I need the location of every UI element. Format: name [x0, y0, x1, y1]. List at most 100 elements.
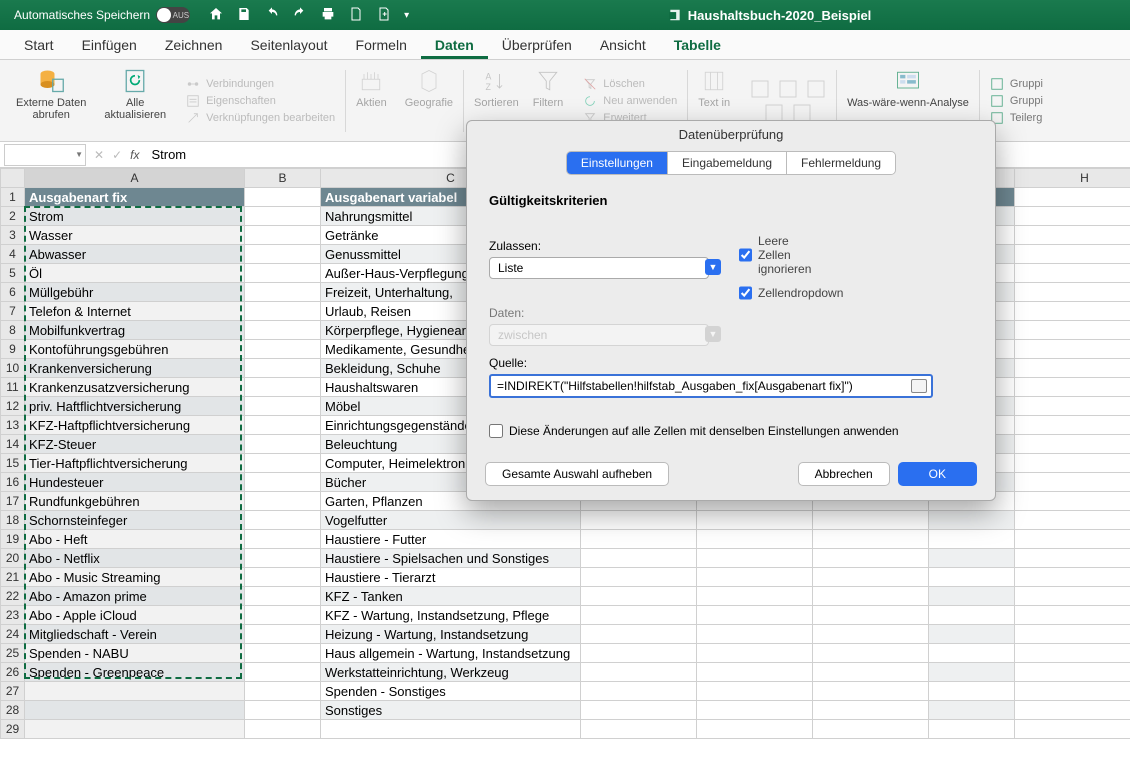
cell[interactable] [1015, 549, 1130, 568]
cell[interactable]: priv. Haftflichtversicherung [25, 397, 245, 416]
cell[interactable]: Abwasser [25, 245, 245, 264]
row-header[interactable]: 28 [1, 701, 25, 720]
cell[interactable] [581, 530, 697, 549]
row-header[interactable]: 14 [1, 435, 25, 454]
cell[interactable] [697, 606, 813, 625]
cancel-button[interactable]: Abbrechen [798, 462, 890, 486]
cell[interactable]: Tier-Haftpflichtversicherung [25, 454, 245, 473]
cell[interactable] [697, 549, 813, 568]
cell[interactable] [1015, 492, 1130, 511]
cell[interactable] [813, 606, 929, 625]
cell[interactable]: KFZ - Wartung, Instandsetzung, Pflege [321, 606, 581, 625]
cell[interactable]: Rundfunkgebühren [25, 492, 245, 511]
row-header[interactable]: 17 [1, 492, 25, 511]
row-header[interactable]: 24 [1, 625, 25, 644]
cell[interactable] [245, 682, 321, 701]
row-header[interactable]: 4 [1, 245, 25, 264]
col-header-H[interactable]: H [1015, 169, 1130, 188]
redo-icon[interactable] [292, 6, 308, 25]
cell[interactable] [813, 644, 929, 663]
cell[interactable] [581, 663, 697, 682]
tab-draw[interactable]: Zeichnen [151, 31, 237, 59]
tab-formulas[interactable]: Formeln [342, 31, 421, 59]
tab-pagelayout[interactable]: Seitenlayout [236, 31, 341, 59]
tab-review[interactable]: Überprüfen [488, 31, 586, 59]
cell[interactable]: Telefon & Internet [25, 302, 245, 321]
cell[interactable] [581, 682, 697, 701]
cell[interactable]: Sonstiges [321, 701, 581, 720]
tab-table[interactable]: Tabelle [660, 31, 735, 59]
row-header[interactable]: 29 [1, 720, 25, 739]
cell[interactable]: Mobilfunkvertrag [25, 321, 245, 340]
cell[interactable] [1015, 264, 1130, 283]
cell[interactable] [697, 720, 813, 739]
row-header[interactable]: 18 [1, 511, 25, 530]
cell[interactable]: Heizung - Wartung, Instandsetzung [321, 625, 581, 644]
cell[interactable] [1015, 435, 1130, 454]
cell[interactable] [813, 530, 929, 549]
cell[interactable] [245, 226, 321, 245]
cell[interactable] [697, 587, 813, 606]
col-header-A[interactable]: A [25, 169, 245, 188]
cell[interactable]: Krankenversicherung [25, 359, 245, 378]
cell[interactable] [581, 511, 697, 530]
row-header[interactable]: 22 [1, 587, 25, 606]
apply-all-checkbox[interactable]: Diese Änderungen auf alle Zellen mit den… [489, 424, 973, 438]
cell[interactable]: Haustiere - Futter [321, 530, 581, 549]
cell[interactable] [25, 720, 245, 739]
row-header[interactable]: 21 [1, 568, 25, 587]
cell[interactable]: Öl [25, 264, 245, 283]
cell[interactable] [1015, 720, 1130, 739]
cell[interactable] [1015, 530, 1130, 549]
row-header[interactable]: 15 [1, 454, 25, 473]
ok-button[interactable]: OK [898, 462, 977, 486]
cell[interactable]: Haustiere - Tierarzt [321, 568, 581, 587]
row-header[interactable]: 11 [1, 378, 25, 397]
cell[interactable]: Haus allgemein - Wartung, Instandsetzung [321, 644, 581, 663]
cell[interactable]: Ausgabenart fix [25, 188, 245, 207]
cell[interactable] [1015, 416, 1130, 435]
cell[interactable] [1015, 454, 1130, 473]
print-icon[interactable] [320, 6, 336, 25]
name-box[interactable]: ▼ [4, 144, 86, 166]
cell[interactable] [1015, 283, 1130, 302]
range-picker-icon[interactable] [911, 379, 927, 393]
cell[interactable] [581, 606, 697, 625]
cell[interactable] [245, 720, 321, 739]
row-header[interactable]: 26 [1, 663, 25, 682]
cell[interactable]: Werkstatteinrichtung, Werkzeug [321, 663, 581, 682]
cell[interactable]: Haustiere - Spielsachen und Sonstiges [321, 549, 581, 568]
cell[interactable]: Mitgliedschaft - Verein [25, 625, 245, 644]
cell[interactable] [1015, 207, 1130, 226]
cell[interactable]: KFZ - Tanken [321, 587, 581, 606]
save-icon[interactable] [236, 6, 252, 25]
cell[interactable] [245, 321, 321, 340]
row-header[interactable]: 2 [1, 207, 25, 226]
cell[interactable] [929, 549, 1015, 568]
cell[interactable] [245, 530, 321, 549]
cell[interactable]: Spenden - NABU [25, 644, 245, 663]
accept-formula-icon[interactable]: ✓ [112, 148, 122, 162]
row-header[interactable]: 10 [1, 359, 25, 378]
cell[interactable] [245, 302, 321, 321]
cell[interactable] [929, 663, 1015, 682]
row-header[interactable]: 16 [1, 473, 25, 492]
dialog-tab-settings[interactable]: Einstellungen [567, 152, 668, 174]
cell[interactable] [929, 701, 1015, 720]
cell[interactable] [245, 264, 321, 283]
cell[interactable] [321, 720, 581, 739]
cell[interactable] [1015, 245, 1130, 264]
cell[interactable] [929, 682, 1015, 701]
cell[interactable] [245, 416, 321, 435]
cell[interactable] [245, 511, 321, 530]
cell[interactable] [581, 720, 697, 739]
cell[interactable] [1015, 321, 1130, 340]
cell[interactable]: Abo - Apple iCloud [25, 606, 245, 625]
cell[interactable] [929, 511, 1015, 530]
cell[interactable] [245, 492, 321, 511]
cell[interactable] [697, 644, 813, 663]
cell[interactable] [813, 663, 929, 682]
cell[interactable] [929, 720, 1015, 739]
cancel-formula-icon[interactable]: ✕ [94, 148, 104, 162]
cell[interactable] [581, 587, 697, 606]
